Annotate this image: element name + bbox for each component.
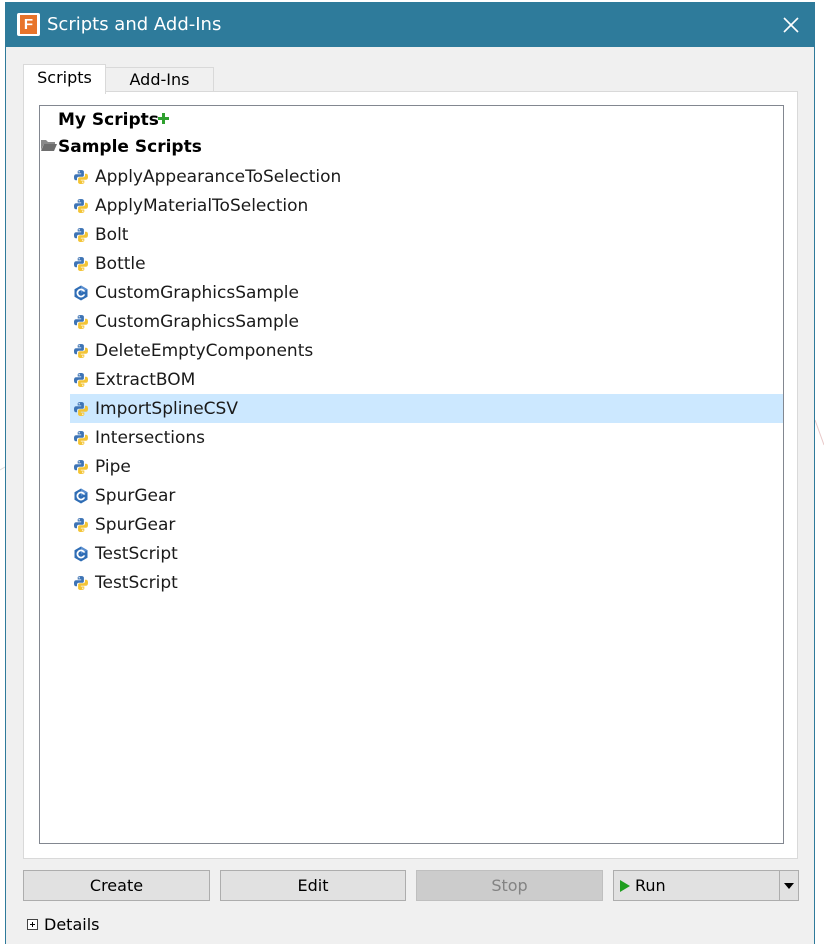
close-button[interactable] [776,10,806,40]
tree-item-script[interactable]: SpurGear [70,481,783,510]
tree-item-label: Pipe [95,456,131,477]
app-icon-letter: F [20,15,37,34]
tree-item-label: SpurGear [95,514,176,535]
window-title: Scripts and Add-Ins [47,14,222,35]
play-icon [620,879,630,892]
tree-item-label: TestScript [95,543,178,564]
tree-item-script[interactable]: CustomGraphicsSample [70,278,783,307]
tree-item-label: ExtractBOM [95,369,196,390]
python-icon [73,372,89,388]
scripts-tab-panel: My Scripts Sample Scripts ApplyAppearanc… [23,91,798,859]
tree-item-label: ApplyMaterialToSelection [95,195,309,216]
tree-item-label: Intersections [95,427,205,448]
tree-item-script[interactable]: Pipe [70,452,783,481]
tree-item-script[interactable]: SpurGear [70,510,783,539]
python-icon [73,169,89,185]
tree-item-script[interactable]: TestScript [70,568,783,597]
details-label: Details [44,914,100,934]
python-icon [73,575,89,591]
python-icon [73,517,89,533]
create-button[interactable]: Create [23,870,210,901]
run-button-label: Run [635,876,666,895]
tree-item-label: Bolt [95,224,129,245]
tree-item-script[interactable]: ApplyAppearanceToSelection [70,162,783,191]
tree-item-script[interactable]: Intersections [70,423,783,452]
python-icon [73,256,89,272]
add-script-plus-icon[interactable] [158,113,169,124]
tree-item-label: ApplyAppearanceToSelection [95,166,342,187]
fusion-app-icon: F [17,13,40,36]
python-icon [73,198,89,214]
stop-button: Stop [416,870,603,901]
tree-item-script[interactable]: ApplyMaterialToSelection [70,191,783,220]
tree-item-script[interactable]: CustomGraphicsSample [70,307,783,336]
tree-item-script[interactable]: DeleteEmptyComponents [70,336,783,365]
cpp-icon [73,285,89,301]
tree-item-script[interactable]: Bolt [70,220,783,249]
python-icon [73,343,89,359]
cpp-icon [73,488,89,504]
tree-item-script[interactable]: ImportSplineCSV [70,394,783,423]
run-dropdown-button[interactable] [779,871,798,900]
run-button[interactable]: Run [613,870,799,901]
close-icon [783,17,799,33]
my-scripts-node[interactable]: My Scripts [58,109,159,131]
tree-item-label: CustomGraphicsSample [95,282,299,303]
edit-button[interactable]: Edit [220,870,406,901]
tree-item-script[interactable]: Bottle [70,249,783,278]
tree-item-label: CustomGraphicsSample [95,311,299,332]
sample-scripts-node[interactable]: Sample Scripts [58,136,202,158]
python-icon [73,401,89,417]
tree-item-label: SpurGear [95,485,176,506]
scripts-addins-dialog: F Scripts and Add-Ins Scripts Add-Ins My… [5,2,815,944]
tab-add-ins[interactable]: Add-Ins [106,67,214,92]
expand-plus-icon [27,918,38,930]
scripts-tree[interactable]: My Scripts Sample Scripts ApplyAppearanc… [39,105,784,844]
folder-open-icon [41,140,57,151]
title-bar[interactable]: F Scripts and Add-Ins [6,2,814,47]
tree-item-label: Bottle [95,253,146,274]
tree-item-label: ImportSplineCSV [95,398,238,419]
cpp-icon [73,546,89,562]
tree-item-label: DeleteEmptyComponents [95,340,314,361]
python-icon [73,430,89,446]
chevron-down-icon [784,882,794,889]
tab-scripts[interactable]: Scripts [23,64,106,94]
python-icon [73,459,89,475]
python-icon [73,314,89,330]
python-icon [73,227,89,243]
tree-item-script[interactable]: ExtractBOM [70,365,783,394]
tree-item-label: TestScript [95,572,178,593]
details-expander[interactable]: Details [27,914,99,934]
tree-item-script[interactable]: TestScript [70,539,783,568]
